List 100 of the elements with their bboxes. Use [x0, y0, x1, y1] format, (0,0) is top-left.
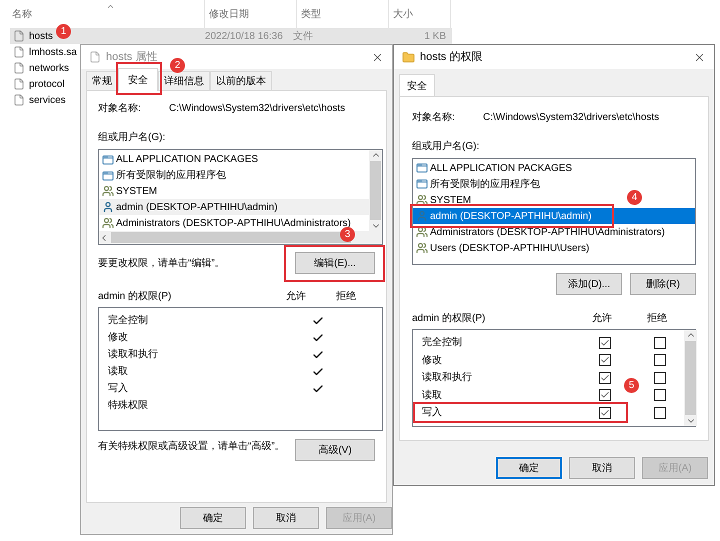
window-title: hosts 的权限: [420, 50, 482, 65]
group-list-item[interactable]: SYSTEM: [99, 184, 369, 200]
permissions-label: admin 的权限(P): [412, 312, 486, 326]
group-list-item[interactable]: 所有受限制的应用程序包: [413, 176, 542, 192]
tab[interactable]: 安全: [118, 68, 158, 91]
step-badge: 1: [56, 24, 71, 39]
user-group-icon: [416, 194, 428, 206]
file-name: services: [29, 94, 66, 108]
advanced-hint: 有关特殊权限或高级设置，请单击“高级”。: [98, 440, 285, 454]
permission-name: 修改: [108, 332, 128, 343]
file-icon: [13, 94, 25, 106]
dialog-button[interactable]: 添加(D)...: [556, 273, 622, 295]
permission-name: 修改: [422, 354, 442, 366]
group-list-item[interactable]: Users (DESKTOP-APTHIHU\Users): [413, 240, 592, 256]
permission-name: 写入: [422, 407, 442, 418]
checkbox[interactable]: [599, 372, 611, 384]
tab[interactable]: 常规: [86, 71, 118, 90]
folder-icon: [402, 50, 415, 64]
file-size: 1 KB: [424, 30, 446, 44]
permission-name: 读取: [422, 390, 442, 401]
tab[interactable]: 安全: [399, 74, 435, 97]
app-package-icon: [416, 178, 428, 190]
file-name: lmhosts.sa: [29, 46, 77, 60]
file-icon: [13, 78, 25, 90]
file-row[interactable]: protocol: [10, 76, 78, 92]
dialog-button[interactable]: 取消: [569, 457, 635, 479]
user-icon: [102, 201, 114, 214]
user-group-icon: [416, 242, 428, 254]
group-list-label: 组或用户名(G):: [412, 140, 480, 154]
group-list-label: 组或用户名(G):: [98, 130, 166, 145]
dialog-button[interactable]: 编辑(E)...: [295, 252, 375, 274]
check-icon: [600, 390, 610, 400]
check-icon: [600, 338, 610, 348]
group-list-item[interactable]: ALL APPLICATION PACKAGES: [413, 160, 574, 176]
file-row[interactable]: networks: [10, 60, 78, 76]
scrollbar[interactable]: [684, 330, 697, 426]
permissions-label: admin 的权限(P): [98, 290, 172, 304]
deny-column-header: 拒绝: [336, 290, 356, 304]
checkbox[interactable]: [654, 354, 666, 366]
dialog-button[interactable]: 高级(V): [295, 439, 375, 461]
user-icon: [416, 210, 428, 222]
app-package-icon: [416, 162, 428, 174]
group-list-item[interactable]: ALL APPLICATION PACKAGES: [99, 152, 369, 168]
object-path: C:\Windows\System32\drivers\etc\hosts: [483, 111, 660, 125]
horizontal-scrollbar[interactable]: [99, 231, 382, 244]
permission-name: 写入: [108, 383, 128, 394]
window-title: hosts 属性: [106, 50, 158, 65]
checkbox[interactable]: [654, 406, 666, 419]
file-icon: [89, 51, 101, 63]
tab[interactable]: 以前的版本: [210, 71, 272, 90]
file-row[interactable]: lmhosts.sa: [10, 44, 78, 60]
file-icon: [13, 30, 25, 42]
file-row[interactable]: services: [10, 92, 78, 108]
file-name: protocol: [29, 78, 65, 92]
checkbox[interactable]: [654, 389, 666, 402]
object-name-label: 对象名称:: [98, 102, 142, 116]
app-package-icon: [102, 154, 114, 166]
dialog-button[interactable]: 确定: [180, 507, 246, 529]
user-group-icon: [102, 217, 114, 230]
user-group-icon: [416, 226, 428, 238]
step-badge: 5: [624, 378, 639, 393]
group-list-item[interactable]: 所有受限制的应用程序包: [99, 168, 369, 184]
scroll-thumb[interactable]: [111, 232, 351, 243]
permission-name: 特殊权限: [108, 400, 148, 411]
checkbox[interactable]: [599, 406, 611, 419]
file-date: 2022/10/18 16:36: [204, 30, 283, 44]
permission-name: 完全控制: [108, 315, 148, 326]
sort-caret-icon: [106, 2, 115, 11]
checkbox[interactable]: [654, 372, 666, 384]
dialog-button[interactable]: 删除(R): [630, 273, 696, 295]
step-badge: 4: [627, 190, 642, 205]
checkbox[interactable]: [599, 389, 611, 402]
scroll-thumb[interactable]: [370, 161, 381, 220]
object-path: C:\Windows\System32\drivers\etc\hosts: [169, 102, 346, 116]
permission-name: 读取: [108, 366, 128, 377]
check-icon: [600, 355, 610, 366]
group-list-item[interactable]: Administrators (DESKTOP-APTHIHU\Administrators): [413, 224, 667, 240]
check-icon: [600, 372, 610, 383]
deny-column-header: 拒绝: [647, 312, 667, 326]
scroll-thumb[interactable]: [685, 341, 696, 415]
checkbox[interactable]: [654, 336, 666, 349]
file-icon: [13, 62, 25, 74]
file-icon: [13, 46, 25, 58]
group-list-item[interactable]: admin (DESKTOP-APTHIHU\admin): [99, 199, 369, 216]
check-icon: [600, 408, 610, 418]
file-name: hosts: [29, 30, 53, 44]
checkbox[interactable]: [599, 354, 611, 366]
dialog-button[interactable]: 确定: [496, 457, 562, 479]
group-list-item[interactable]: SYSTEM: [413, 192, 474, 208]
dialog-button[interactable]: 取消: [253, 507, 319, 529]
object-name-label: 对象名称:: [412, 110, 456, 125]
checkbox[interactable]: [599, 336, 611, 349]
group-list-item[interactable]: admin (DESKTOP-APTHIHU\admin): [413, 208, 695, 224]
file-name: networks: [29, 62, 70, 76]
tab[interactable]: 详细信息: [158, 71, 210, 90]
app-package-icon: [102, 170, 114, 182]
allow-column-header: 允许: [286, 290, 307, 304]
allow-column-header: 允许: [592, 312, 613, 326]
permission-name: 读取和执行: [422, 372, 472, 384]
scrollbar[interactable]: [369, 150, 382, 231]
